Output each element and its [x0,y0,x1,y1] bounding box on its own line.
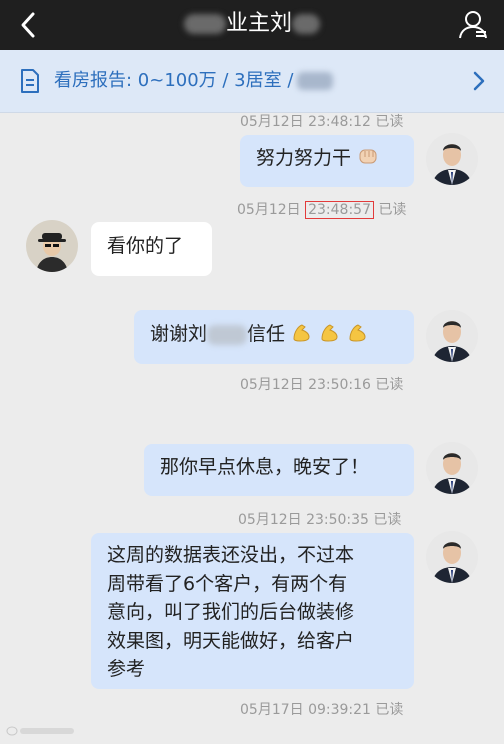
watermark-logo [6,725,76,740]
message-line: 这周的数据表还没出，不过本 [107,544,355,566]
report-text: 看房报告: 0~100万 / 3居室 / [54,70,294,91]
message-line: 参考 [107,658,146,680]
flexed-biceps-icon [321,324,338,342]
message-timestamp: 05月12日 23:50:16 已读 [240,377,404,393]
report-summary: 看房报告: 0~100万 / 3居室 / [54,50,334,112]
blurred-report-detail [297,72,334,90]
message-timestamp: 05月17日 09:39:21 已读 [240,702,404,718]
message-text-part-2: 信任 [247,323,286,345]
blurred-name [207,324,248,345]
chevron-right-icon[interactable] [472,71,486,91]
timestamp-date: 05月12日 [237,202,301,218]
document-icon [21,69,39,93]
message-timestamp: 05月12日 23:48:12 已读 [240,114,404,130]
message-timestamp: 05月12日 23:48:57 已读 [237,199,406,219]
highlighted-time: 23:48:57 [305,201,374,219]
blurred-name [183,14,226,34]
message-text-part-1: 谢谢刘 [150,323,208,345]
message-bubble-sent[interactable]: 努力努力干 [240,135,414,187]
blurred-name-tail [292,14,320,34]
agent-avatar-image [426,133,478,185]
message-bubble-sent[interactable]: 那你早点休息，晚安了！ [144,444,414,496]
fist-emoji-icon [359,149,377,164]
agent-avatar[interactable] [426,133,478,185]
message-line: 意向，叫了我们的后台做装修 [107,601,355,623]
message-line: 效果图，明天能做好，给客户 [107,629,355,652]
flexed-biceps-icon [349,324,366,342]
message-text: 努力努力干 [256,147,352,169]
owner-avatar-image [26,220,78,272]
message-text: 那你早点休息，晚安了！ [160,456,370,478]
message-bubble-sent[interactable]: 这周的数据表还没出，不过本 周带看了6个客户，有两个有 意向，叫了我们的后台做装… [91,533,414,689]
read-status: 已读 [378,202,407,218]
agent-avatar[interactable] [426,310,478,362]
chat-title: 业主刘 [0,0,504,48]
profile-icon[interactable] [456,8,490,42]
top-bar: 业主刘 [0,0,504,50]
title-text: 业主刘 [225,11,292,36]
message-line: 周带看了6个客户，有两个有 [107,572,348,595]
flexed-biceps-icon [293,324,310,342]
owner-avatar[interactable] [26,220,78,272]
agent-avatar-image [426,442,478,494]
agent-avatar[interactable] [426,442,478,494]
message-text: 看你的了 [107,235,184,257]
agent-avatar-image [426,531,478,583]
agent-avatar[interactable] [426,531,478,583]
house-report-bar[interactable]: 看房报告: 0~100万 / 3居室 / [0,50,504,113]
agent-avatar-image [426,310,478,362]
message-bubble-received[interactable]: 看你的了 [91,222,212,276]
message-bubble-sent[interactable]: 谢谢刘 信任 [134,310,414,364]
watermark-icon [6,726,74,736]
message-timestamp: 05月12日 23:50:35 已读 [238,512,402,528]
